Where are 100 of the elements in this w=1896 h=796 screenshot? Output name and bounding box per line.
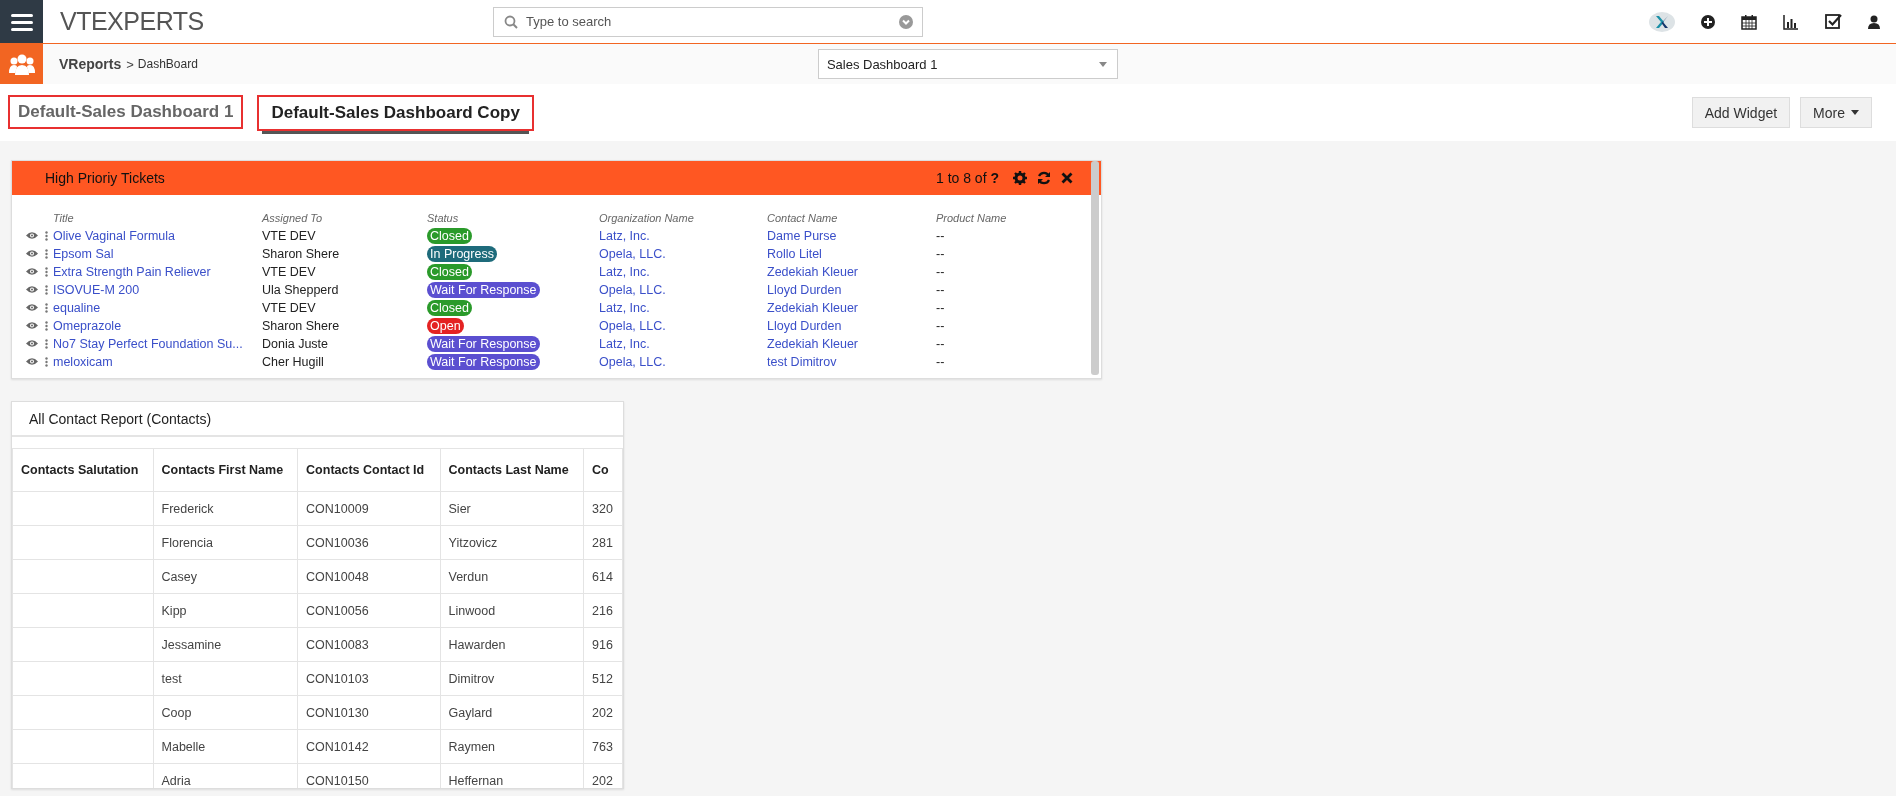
settings-icon[interactable] (1013, 171, 1027, 185)
dashboard-tab[interactable]: Default-Sales Dashboard Copy (257, 94, 534, 131)
breadcrumb-page: DashBoard (137, 57, 198, 71)
more-options-icon[interactable] (45, 284, 48, 295)
ticket-title-link[interactable]: Epsom Sal (53, 246, 262, 261)
assignee-cell-text: VTE DEV (262, 228, 317, 243)
table-cell: CON10083 (297, 627, 440, 662)
contact-link[interactable]: Lloyd Durden (767, 282, 936, 297)
module-link[interactable]: VReports (59, 56, 122, 72)
caret-icon (1098, 61, 1107, 67)
product-cell-text: -- (936, 300, 946, 315)
product-cell-text: -- (936, 228, 946, 243)
table-cell: test (153, 661, 298, 696)
ticket-title-link[interactable]: Olive Vaginal Formula (53, 228, 262, 243)
close-icon[interactable] (1061, 172, 1073, 184)
column-header: Title (53, 211, 75, 224)
table-cell: Frederick (153, 491, 298, 526)
assignee-cell-text: VTE DEV (262, 300, 317, 315)
more-options-icon[interactable] (45, 230, 48, 241)
organization-link[interactable]: Opela, LLC. (599, 282, 767, 297)
contact-link[interactable]: Dame Purse (767, 228, 936, 243)
widget-title: High Prioriy Tickets (45, 170, 165, 186)
table-cell: CON10103 (297, 661, 440, 696)
organization-link[interactable]: Opela, LLC. (599, 318, 767, 333)
widget-title: All Contact Report (Contacts) (29, 410, 212, 427)
user-icon[interactable] (1868, 14, 1880, 29)
chevron-down-icon[interactable] (899, 14, 913, 29)
more-options-icon[interactable] (45, 356, 48, 367)
table-cell: 916 (583, 627, 623, 662)
bar-chart-icon[interactable] (1783, 13, 1799, 30)
menu-button[interactable] (0, 0, 43, 43)
caret-icon (1851, 110, 1859, 115)
table-cell: 512 (583, 661, 623, 696)
ticket-title-link[interactable]: Omeprazole (53, 318, 262, 333)
table-cell: Hawarden (440, 627, 584, 662)
eye-icon[interactable] (26, 231, 38, 240)
column-header: Assigned To (262, 211, 324, 224)
status-badge: Closed (427, 299, 472, 316)
organization-link[interactable]: Latz, Inc. (599, 336, 767, 351)
contact-link[interactable]: Rollo Litel (767, 246, 936, 261)
status-badge: Closed (427, 263, 472, 280)
organization-link[interactable]: Opela, LLC. (599, 354, 767, 369)
more-options-icon[interactable] (45, 338, 48, 349)
organization-link[interactable]: Opela, LLC. (599, 246, 767, 261)
contact-link[interactable]: Zedekiah Kleuer (767, 300, 936, 315)
ticket-title-link[interactable]: Extra Strength Pain Reliever (53, 264, 262, 279)
organization-link[interactable]: Latz, Inc. (599, 228, 767, 243)
eye-icon[interactable] (26, 267, 38, 276)
eye-icon[interactable] (26, 339, 38, 348)
assignee-cell-text: Sharon Shere (262, 246, 341, 261)
dashboard-tab[interactable]: Default-Sales Dashboard 1 (8, 94, 244, 129)
refresh-icon[interactable] (1037, 171, 1051, 185)
search-field[interactable]: Type to search (493, 6, 923, 37)
add-icon[interactable] (1701, 14, 1715, 29)
dashboard-select[interactable]: Sales Dashboard 1 (817, 49, 1118, 79)
table-cell: 320 (583, 491, 623, 526)
logo[interactable]: VTEXPERTS (60, 7, 260, 36)
more-options-icon[interactable] (45, 248, 48, 259)
column-header: Contacts Contact Id (297, 448, 440, 492)
table-cell: Verdun (440, 559, 584, 594)
contact-link[interactable]: Lloyd Durden (767, 318, 936, 333)
table-cell: Yitzovicz (440, 525, 584, 560)
table-cell: 216 (583, 593, 623, 628)
add-widget-button[interactable]: Add Widget (1691, 97, 1791, 128)
organization-link[interactable]: Latz, Inc. (599, 300, 767, 315)
table-cell: 281 (583, 525, 623, 560)
assignee-cell-text: Ula Shepperd (262, 282, 340, 297)
organization-link[interactable]: Latz, Inc. (599, 264, 767, 279)
scrollbar[interactable] (1091, 161, 1099, 375)
column-header: Contacts Last Name (440, 448, 584, 492)
pager-text: 1 to 8 of ? (935, 170, 999, 186)
ticket-title-link[interactable]: ISOVUE-M 200 (53, 282, 262, 297)
eye-icon[interactable] (26, 285, 38, 294)
ticket-title-link[interactable]: No7 Stay Perfect Foundation Su... (53, 336, 262, 351)
eye-icon[interactable] (26, 303, 38, 312)
calendar-icon[interactable] (1741, 13, 1757, 30)
status-badge: Closed (427, 227, 472, 244)
table-cell: Mabelle (153, 729, 298, 764)
breadcrumb-separator: > (126, 56, 134, 72)
more-options-icon[interactable] (45, 302, 48, 313)
table-cell: Kipp (153, 593, 298, 628)
table-cell: Jessamine (153, 627, 298, 662)
more-options-icon[interactable] (45, 266, 48, 277)
contact-link[interactable]: Zedekiah Kleuer (767, 336, 936, 351)
column-header: Contacts Salutation (12, 448, 154, 492)
eye-icon[interactable] (26, 249, 38, 258)
app-logo-icon[interactable] (1649, 11, 1675, 32)
column-header: Contacts First Name (153, 448, 298, 492)
more-options-icon[interactable] (45, 320, 48, 331)
table-cell: CON10036 (297, 525, 440, 560)
ticket-title-link[interactable]: equaline (53, 300, 262, 315)
ticket-title-link[interactable]: meloxicam (53, 354, 262, 369)
eye-icon[interactable] (26, 357, 38, 366)
product-cell-text: -- (936, 318, 946, 333)
status-badge: In Progress (427, 245, 497, 262)
contact-link[interactable]: test Dimitrov (767, 354, 936, 369)
more-button[interactable]: More (1800, 97, 1872, 128)
checkbox-icon[interactable] (1825, 13, 1842, 30)
contact-link[interactable]: Zedekiah Kleuer (767, 264, 936, 279)
eye-icon[interactable] (26, 321, 38, 330)
